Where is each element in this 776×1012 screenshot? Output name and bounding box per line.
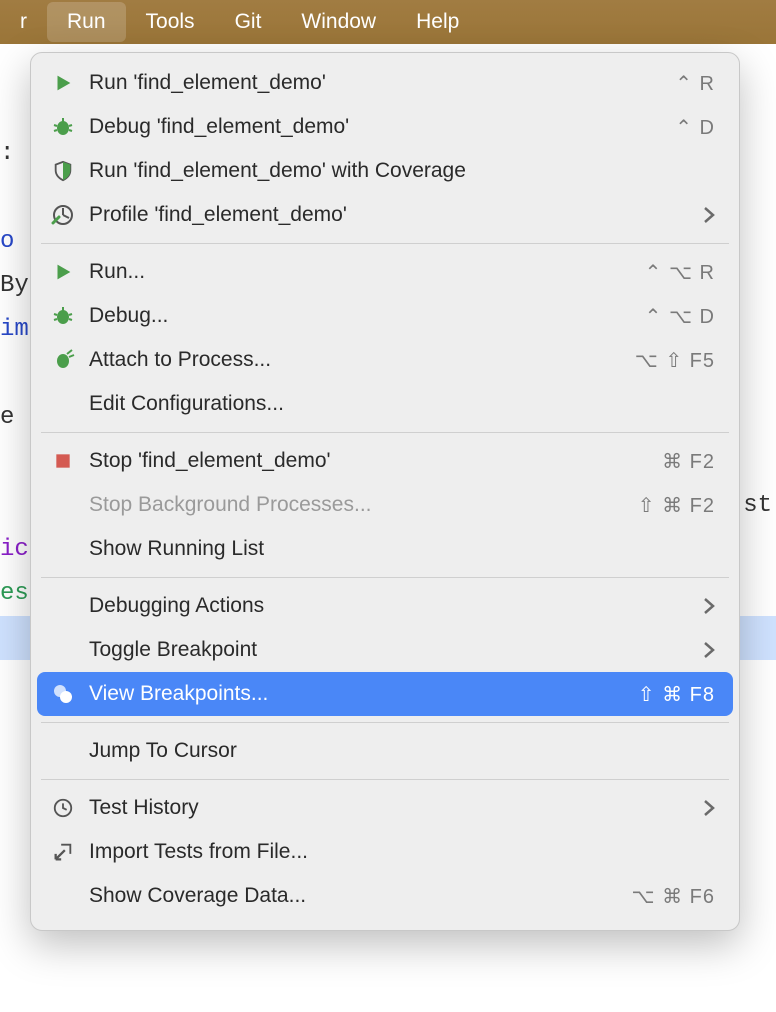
- menu-item-show-coverage-data[interactable]: Show Coverage Data...⌥ ⌘ F6: [37, 874, 733, 918]
- chevron-right-icon: [703, 597, 715, 615]
- menu-item-run[interactable]: Run...⌃ ⌥ R: [37, 250, 733, 294]
- menu-item-debug[interactable]: Debug...⌃ ⌥ D: [37, 294, 733, 338]
- menu-separator: [41, 722, 729, 723]
- menubar-item-help[interactable]: Help: [396, 2, 479, 42]
- menu-item-run-find-element-demo[interactable]: Run 'find_element_demo'⌃ R: [37, 61, 733, 105]
- menu-item-label: Run...: [89, 260, 645, 284]
- chevron-right-icon: [703, 641, 715, 659]
- menu-item-debug-find-element-demo[interactable]: Debug 'find_element_demo'⌃ D: [37, 105, 733, 149]
- menu-item-run-find-element-demo-with-coverage[interactable]: Run 'find_element_demo' with Coverage: [37, 149, 733, 193]
- menu-item-test-history[interactable]: Test History: [37, 786, 733, 830]
- chevron-right-icon: [703, 799, 715, 817]
- menu-item-attach-to-process[interactable]: Attach to Process...⌥ ⇧ F5: [37, 338, 733, 382]
- menu-item-label: Toggle Breakpoint: [89, 638, 703, 662]
- menu-item-label: Stop 'find_element_demo': [89, 449, 662, 473]
- stop-icon: [49, 447, 77, 475]
- menu-item-import-tests-from-file[interactable]: Import Tests from File...: [37, 830, 733, 874]
- menu-item-label: Stop Background Processes...: [89, 493, 638, 517]
- menu-item-toggle-breakpoint[interactable]: Toggle Breakpoint: [37, 628, 733, 672]
- menu-item-label: View Breakpoints...: [89, 682, 638, 706]
- menu-shortcut: ⌃ D: [675, 115, 715, 140]
- menu-separator: [41, 432, 729, 433]
- menu-shortcut: ⌥ ⌘ F6: [632, 884, 716, 909]
- debug-icon: [49, 113, 77, 141]
- menu-item-label: Debugging Actions: [89, 594, 703, 618]
- menu-item-debugging-actions[interactable]: Debugging Actions: [37, 584, 733, 628]
- profile-icon: [49, 201, 77, 229]
- menu-item-label: Import Tests from File...: [89, 840, 715, 864]
- menu-item-label: Show Running List: [89, 537, 715, 561]
- menubar-item-run[interactable]: Run: [47, 2, 126, 42]
- menu-item-edit-configurations[interactable]: Edit Configurations...: [37, 382, 733, 426]
- menu-item-label: Attach to Process...: [89, 348, 635, 372]
- menu-shortcut: ⌘ F2: [662, 449, 715, 474]
- menu-shortcut: ⇧ ⌘ F2: [638, 493, 715, 518]
- breakpoints-icon: [49, 680, 77, 708]
- menu-item-label: Run 'find_element_demo' with Coverage: [89, 159, 715, 183]
- menu-item-view-breakpoints[interactable]: View Breakpoints...⇧ ⌘ F8: [37, 672, 733, 716]
- menu-item-label: Show Coverage Data...: [89, 884, 632, 908]
- chevron-right-icon: [703, 206, 715, 224]
- menu-item-profile-find-element-demo[interactable]: Profile 'find_element_demo': [37, 193, 733, 237]
- menubar-item-git[interactable]: Git: [215, 2, 282, 42]
- code-fragment: st: [743, 484, 772, 528]
- debug-icon: [49, 302, 77, 330]
- menu-item-label: Debug...: [89, 304, 645, 328]
- menu-item-stop-find-element-demo[interactable]: Stop 'find_element_demo'⌘ F2: [37, 439, 733, 483]
- run-icon: [49, 69, 77, 97]
- attach-icon: [49, 346, 77, 374]
- run-menu-dropdown: Run 'find_element_demo'⌃ RDebug 'find_el…: [30, 52, 740, 931]
- coverage-icon: [49, 157, 77, 185]
- menu-item-show-running-list[interactable]: Show Running List: [37, 527, 733, 571]
- menu-item-label: Test History: [89, 796, 703, 820]
- menu-separator: [41, 243, 729, 244]
- menu-item-label: Edit Configurations...: [89, 392, 715, 416]
- menu-shortcut: ⌃ ⌥ R: [645, 260, 715, 285]
- menu-item-label: Debug 'find_element_demo': [89, 115, 675, 139]
- history-icon: [49, 794, 77, 822]
- menu-separator: [41, 577, 729, 578]
- menu-shortcut: ⌥ ⇧ F5: [635, 348, 715, 373]
- run-icon: [49, 258, 77, 286]
- menu-separator: [41, 779, 729, 780]
- import-icon: [49, 838, 77, 866]
- menu-item-label: Profile 'find_element_demo': [89, 203, 703, 227]
- menu-item-jump-to-cursor[interactable]: Jump To Cursor: [37, 729, 733, 773]
- menubar-item-r[interactable]: r: [0, 2, 47, 42]
- menu-item-label: Jump To Cursor: [89, 739, 715, 763]
- menu-item-label: Run 'find_element_demo': [89, 71, 675, 95]
- menu-item-stop-background-processes: Stop Background Processes...⇧ ⌘ F2: [37, 483, 733, 527]
- menu-shortcut: ⌃ R: [675, 71, 715, 96]
- code-line: [0, 968, 776, 1012]
- menu-shortcut: ⌃ ⌥ D: [645, 304, 715, 329]
- menubar: rRunToolsGitWindowHelp: [0, 0, 776, 44]
- menubar-item-tools[interactable]: Tools: [126, 2, 215, 42]
- menu-shortcut: ⇧ ⌘ F8: [638, 682, 715, 707]
- menubar-item-window[interactable]: Window: [281, 2, 396, 42]
